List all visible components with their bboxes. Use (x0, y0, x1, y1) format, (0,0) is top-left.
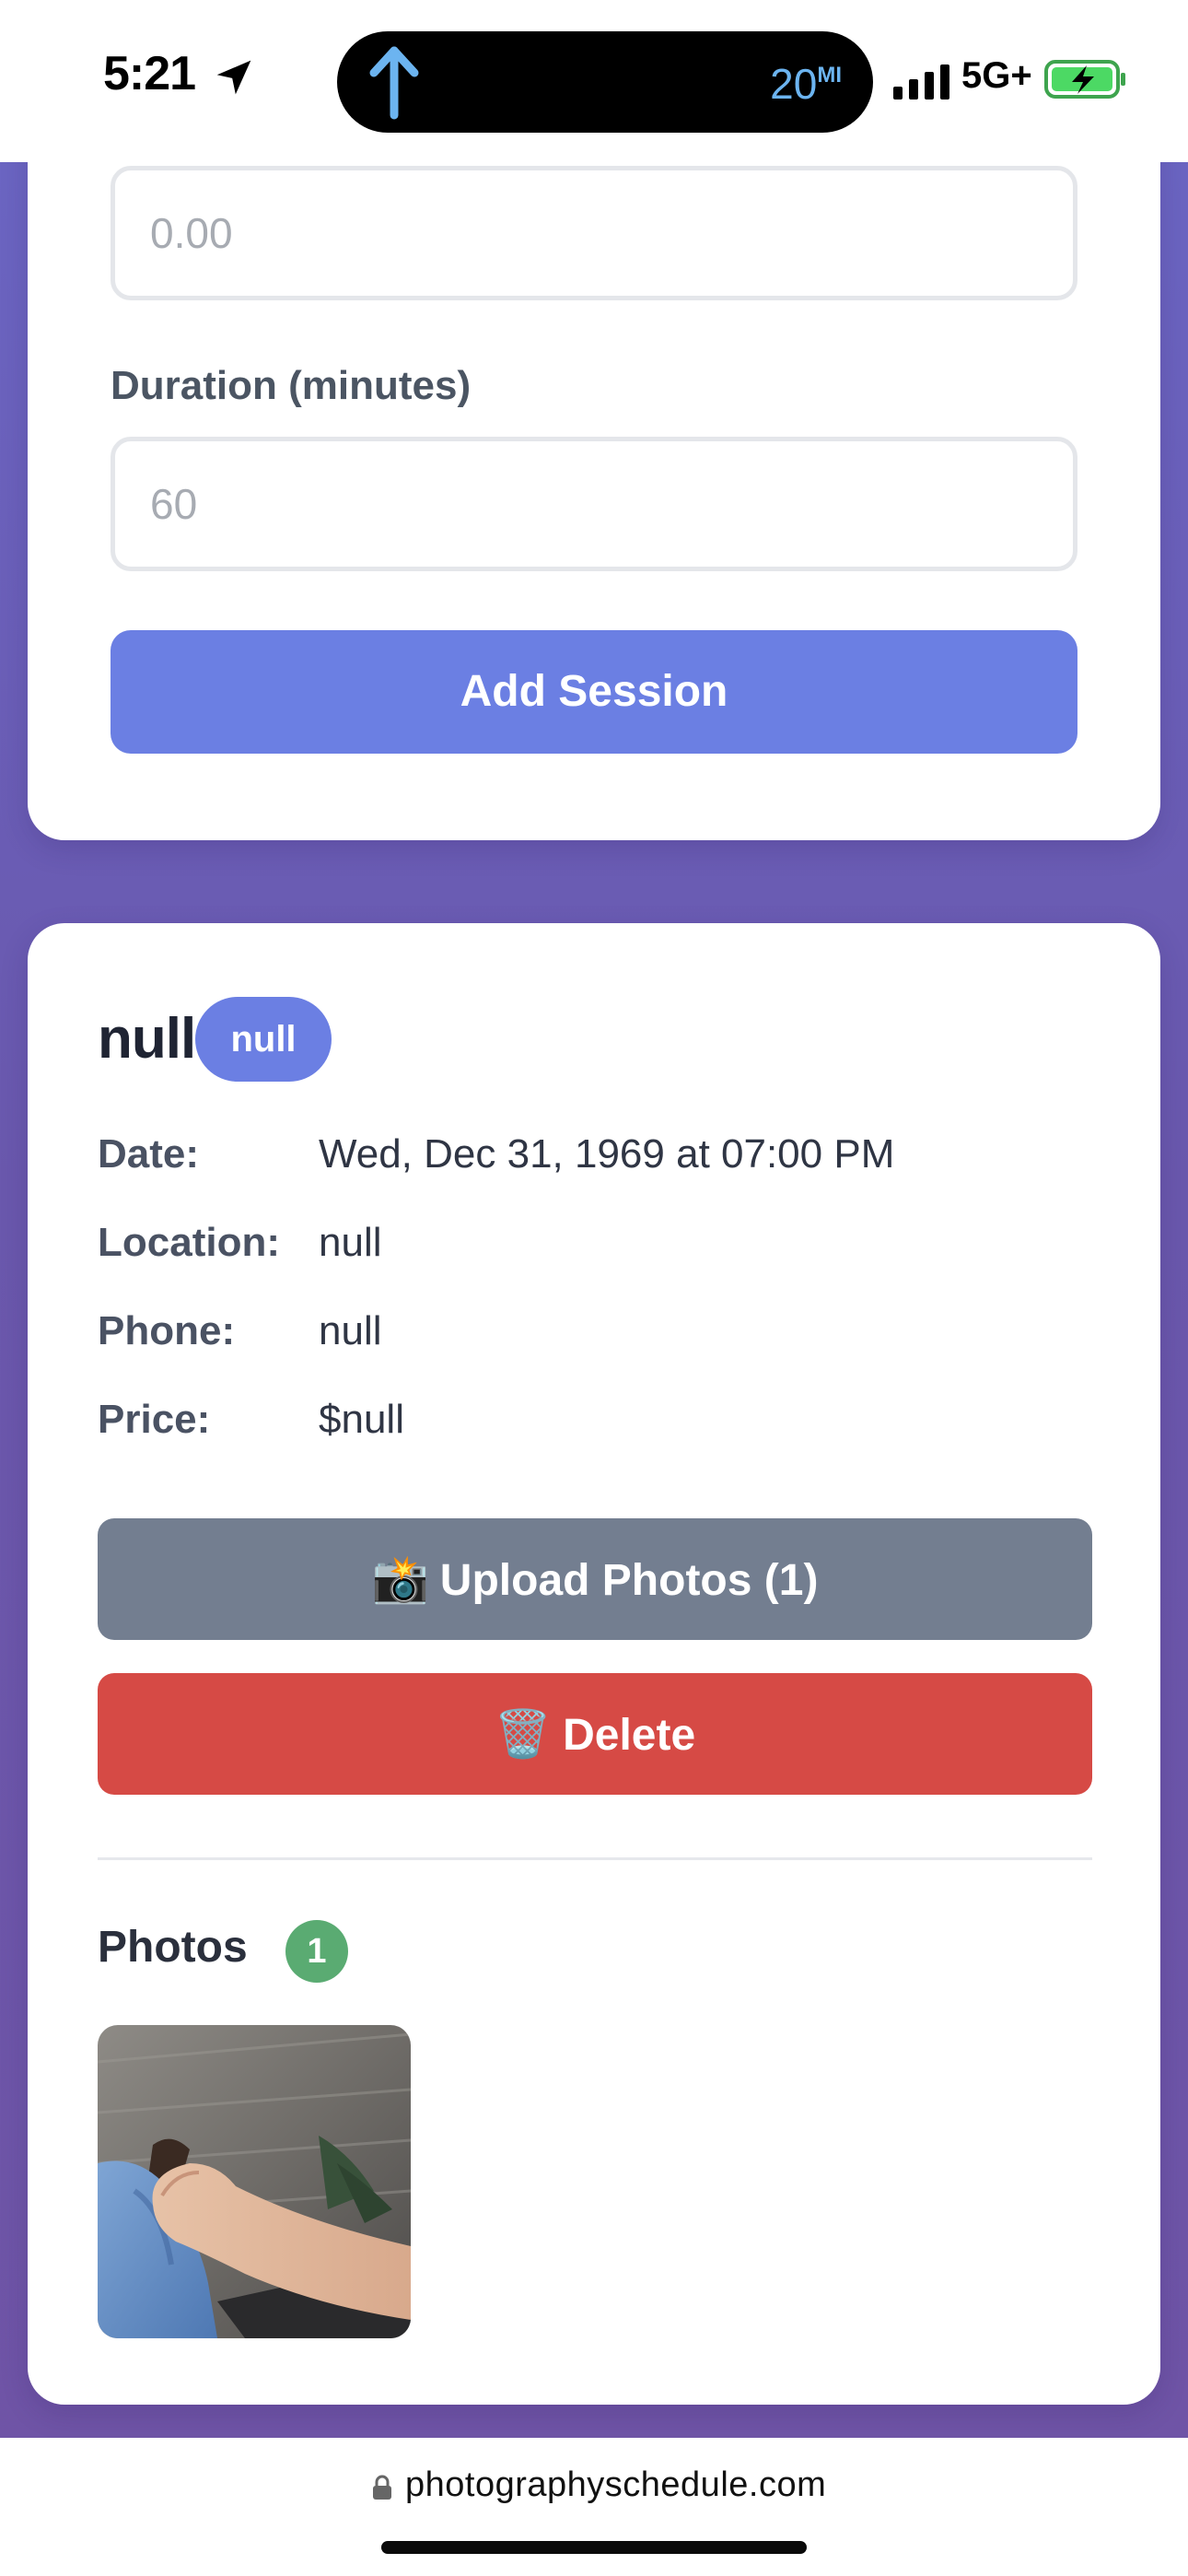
home-indicator[interactable] (381, 2541, 807, 2554)
detail-value: Wed, Dec 31, 1969 at 07:00 PM (319, 1131, 895, 1177)
detail-row-location: Location: null (98, 1220, 1111, 1275)
screen: 5:21 20MI 5G+ 0.00 Duration (minutes) 60… (0, 0, 1188, 2576)
cellular-signal-icon (893, 64, 949, 100)
island-distance: 20MI (770, 59, 842, 109)
lock-icon (373, 2475, 391, 2500)
detail-value: $null (319, 1397, 404, 1442)
duration-input[interactable]: 60 (111, 437, 1077, 571)
url-text: photographyschedule.com (405, 2465, 827, 2504)
add-session-form-card: 0.00 Duration (minutes) 60 Add Session (28, 92, 1160, 840)
status-bar: 5:21 20MI 5G+ (0, 0, 1188, 162)
detail-label: Date: (98, 1131, 200, 1177)
browser-address-bar[interactable]: photographyschedule.com (0, 2438, 1188, 2576)
upload-photos-button[interactable]: 📸 Upload Photos (1) (98, 1518, 1092, 1640)
photo-thumbnail-image (98, 2025, 411, 2338)
session-type-badge: null (195, 997, 332, 1082)
detail-row-price: Price: $null (98, 1397, 1111, 1452)
network-type: 5G+ (961, 55, 1032, 96)
photos-count-badge: 1 (285, 1920, 348, 1983)
photo-thumbnail[interactable] (98, 2025, 411, 2338)
detail-row-phone: Phone: null (98, 1308, 1111, 1364)
add-session-button[interactable]: Add Session (111, 630, 1077, 754)
detail-label: Price: (98, 1397, 211, 1442)
camera-flash-icon: 📸 (371, 1553, 429, 1605)
upload-photos-label: Upload Photos (1) (439, 1556, 819, 1605)
session-client-name: null (98, 1007, 196, 1071)
delete-label: Delete (563, 1711, 696, 1760)
detail-label: Location: (98, 1220, 280, 1265)
status-time: 5:21 (103, 47, 196, 100)
price-input[interactable]: 0.00 (111, 166, 1077, 300)
island-distance-value: 20 (770, 60, 818, 108)
dynamic-island[interactable]: 20MI (337, 31, 873, 133)
location-arrow-icon (216, 60, 251, 95)
delete-button[interactable]: 🗑️ Delete (98, 1673, 1092, 1795)
navigation-up-arrow-icon (369, 46, 419, 120)
island-distance-unit: MI (817, 63, 842, 88)
battery-charging-icon (1044, 60, 1125, 99)
detail-row-date: Date: Wed, Dec 31, 1969 at 07:00 PM (98, 1131, 1111, 1187)
detail-value: null (319, 1308, 382, 1353)
trash-icon: 🗑️ (494, 1708, 553, 1760)
session-card: null null Date: Wed, Dec 31, 1969 at 07:… (28, 923, 1160, 2405)
photos-heading: Photos (98, 1923, 248, 1972)
duration-label: Duration (minutes) (111, 363, 472, 408)
detail-label: Phone: (98, 1308, 236, 1353)
divider (98, 1857, 1092, 1860)
detail-value: null (319, 1220, 382, 1265)
